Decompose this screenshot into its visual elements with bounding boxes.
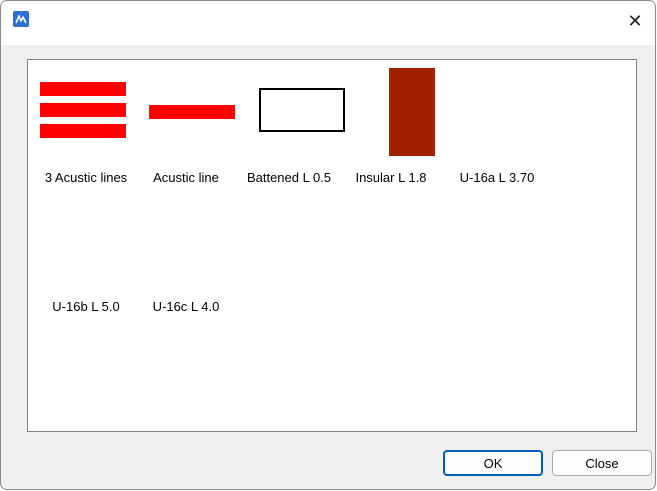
pattern-item-u16c[interactable]: U-16c L 4.0 (136, 197, 236, 317)
window-close-button[interactable]: ✕ (621, 7, 649, 35)
title-bar: ✕ (1, 1, 655, 45)
pattern-item-u16a[interactable]: U-16a L 3.70 (447, 68, 547, 188)
dialog-window: ✕ 3 Acustic lines Acustic line Battened … (0, 0, 656, 490)
pattern-label: U-16c L 4.0 (152, 299, 220, 314)
pattern-item-battened[interactable]: Battened L 0.5 (239, 68, 345, 188)
pattern-label: Insular L 1.8 (355, 170, 427, 185)
pattern-label: U-16b L 5.0 (52, 299, 120, 314)
pattern-preview (259, 88, 345, 132)
pattern-label: Battened L 0.5 (246, 170, 332, 185)
pattern-label: 3 Acustic lines (44, 170, 128, 185)
pattern-preview (389, 68, 435, 156)
app-logo-icon (13, 11, 29, 27)
pattern-item-3-acustic-lines[interactable]: 3 Acustic lines (36, 68, 136, 188)
close-icon: ✕ (627, 10, 643, 31)
close-button[interactable]: Close (552, 450, 652, 476)
pattern-item-insular[interactable]: Insular L 1.8 (341, 68, 441, 188)
pattern-label: U-16a L 3.70 (459, 170, 535, 185)
pattern-item-u16b[interactable]: U-16b L 5.0 (36, 197, 136, 317)
pattern-preview (40, 82, 126, 138)
pattern-label: Acustic line (153, 170, 219, 185)
pattern-preview (149, 105, 235, 119)
pattern-item-acustic-line[interactable]: Acustic line (136, 68, 236, 188)
pattern-list-panel[interactable]: 3 Acustic lines Acustic line Battened L … (27, 59, 637, 432)
ok-button[interactable]: OK (443, 450, 543, 476)
